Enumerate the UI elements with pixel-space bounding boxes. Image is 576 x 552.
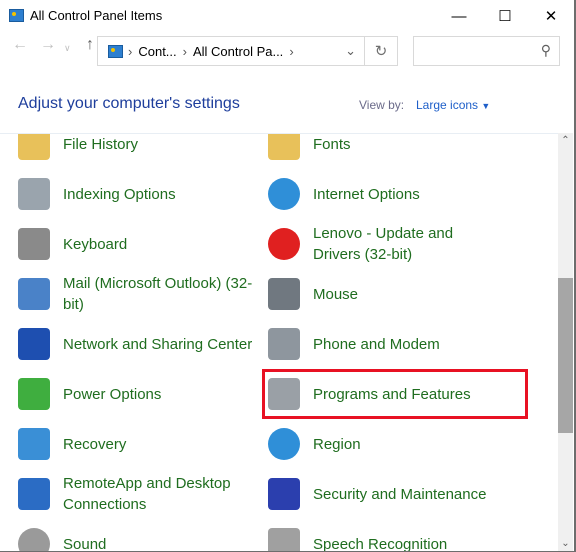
control-panel-item[interactable]: Mouse: [264, 272, 504, 316]
control-panel-item[interactable]: Power Options: [14, 372, 254, 416]
item-label: Mouse: [313, 285, 359, 303]
breadcrumb-control-panel[interactable]: Cont...: [138, 44, 176, 59]
view-by-value: Large icons: [416, 98, 479, 112]
item-label: Network and Sharing Center: [63, 335, 253, 353]
item-label: Speech Recognition: [313, 535, 448, 552]
maximize-button[interactable]: ☐: [482, 0, 528, 32]
address-dropdown-chevron-icon[interactable]: ⌄: [345, 43, 356, 59]
breadcrumb-separator-icon: ›: [128, 43, 133, 59]
search-input[interactable]: ⚲: [413, 36, 560, 66]
scroll-down-icon[interactable]: ⌄: [558, 538, 573, 549]
power-options-icon: [18, 378, 50, 410]
region-icon: [268, 428, 300, 460]
control-panel-item[interactable]: Sound: [14, 522, 254, 551]
item-label: Indexing Options: [63, 185, 176, 203]
lenovo-update-icon: [268, 228, 300, 260]
internet-options-icon: [268, 178, 300, 210]
control-panel-item[interactable]: Speech Recognition: [264, 522, 504, 551]
item-label: Fonts: [313, 135, 351, 153]
control-panel-item[interactable]: Fonts: [264, 134, 504, 166]
item-label: Keyboard: [63, 235, 128, 253]
close-button[interactable]: ✕: [528, 0, 574, 32]
control-panel-item[interactable]: Region: [264, 422, 504, 466]
view-by-dropdown[interactable]: Large icons ▼: [416, 98, 490, 112]
highlight-box: [262, 369, 528, 419]
control-panel-item[interactable]: Indexing Options: [14, 172, 254, 216]
breadcrumb-all-items[interactable]: All Control Pa...: [193, 44, 283, 59]
control-panel-item[interactable]: Recovery: [14, 422, 254, 466]
recovery-icon: [18, 428, 50, 460]
forward-arrow-icon[interactable]: →: [40, 36, 56, 54]
item-label: Recovery: [63, 435, 127, 453]
vertical-scrollbar[interactable]: ⌃ ⌄: [558, 133, 573, 551]
control-panel-item[interactable]: Network and Sharing Center: [14, 322, 254, 366]
control-panel-window: All Control Panel Items — ☐ ✕ ← → ∨ ↑ › …: [0, 0, 576, 552]
scrollbar-thumb[interactable]: [558, 278, 573, 433]
security-flag-icon: [268, 478, 300, 510]
item-label: Mail (Microsoft Outlook) (32-bit): [63, 275, 253, 313]
address-bar[interactable]: › Cont... › All Control Pa... › ⌄: [97, 36, 365, 66]
sound-icon: [18, 528, 50, 551]
keyboard-icon: [18, 228, 50, 260]
item-label: Lenovo - Update and Drivers (32-bit): [313, 225, 454, 263]
page-title: Adjust your computer's settings: [18, 95, 240, 112]
microphone-icon: [268, 528, 300, 551]
control-panel-item[interactable]: Keyboard: [14, 222, 254, 266]
indexing-options-icon: [18, 178, 50, 210]
control-panel-icon: [9, 9, 24, 22]
phone-modem-icon: [268, 328, 300, 360]
item-label: Sound: [63, 535, 107, 552]
item-label: RemoteApp and Desktop Connections: [63, 475, 231, 513]
control-panel-item[interactable]: File History: [14, 134, 254, 166]
control-panel-item[interactable]: Lenovo - Update and Drivers (32-bit): [264, 222, 504, 266]
control-panel-icon: [108, 44, 123, 58]
refresh-button[interactable]: ↻: [365, 36, 398, 66]
mail-icon: [18, 278, 50, 310]
item-label: Region: [313, 435, 361, 453]
item-label: Internet Options: [313, 185, 420, 203]
up-arrow-icon[interactable]: ↑: [86, 36, 94, 54]
scroll-up-icon[interactable]: ⌃: [558, 135, 573, 146]
control-panel-item[interactable]: RemoteApp and Desktop Connections: [14, 472, 254, 516]
control-panel-item[interactable]: Internet Options: [264, 172, 504, 216]
control-panel-item[interactable]: Mail (Microsoft Outlook) (32-bit): [14, 272, 254, 316]
network-icon: [18, 328, 50, 360]
item-label: Power Options: [63, 385, 162, 403]
title-bar: All Control Panel Items — ☐ ✕: [0, 0, 574, 32]
window-title: All Control Panel Items: [30, 8, 163, 23]
fonts-icon: [268, 134, 300, 160]
file-history-icon: [18, 134, 50, 160]
breadcrumb-separator-icon: ›: [182, 43, 187, 59]
control-panel-item[interactable]: Phone and Modem: [264, 322, 504, 366]
items-grid: File History Indexing Options Keyboard Mail…: [0, 133, 558, 551]
control-panel-item[interactable]: Security and Maintenance: [264, 472, 504, 516]
breadcrumb-separator-icon: ›: [289, 43, 294, 59]
item-label: Phone and Modem: [313, 335, 440, 353]
item-label: Security and Maintenance: [313, 485, 487, 503]
mouse-icon: [268, 278, 300, 310]
minimize-button[interactable]: —: [436, 0, 482, 32]
recent-locations-chevron-icon[interactable]: ∨: [64, 43, 71, 54]
item-label: File History: [63, 135, 139, 153]
search-icon: ⚲: [540, 42, 551, 58]
remoteapp-icon: [18, 478, 50, 510]
view-by-label: View by:: [359, 98, 405, 112]
back-arrow-icon[interactable]: ←: [12, 36, 28, 54]
dropdown-triangle-icon: ▼: [481, 101, 491, 111]
